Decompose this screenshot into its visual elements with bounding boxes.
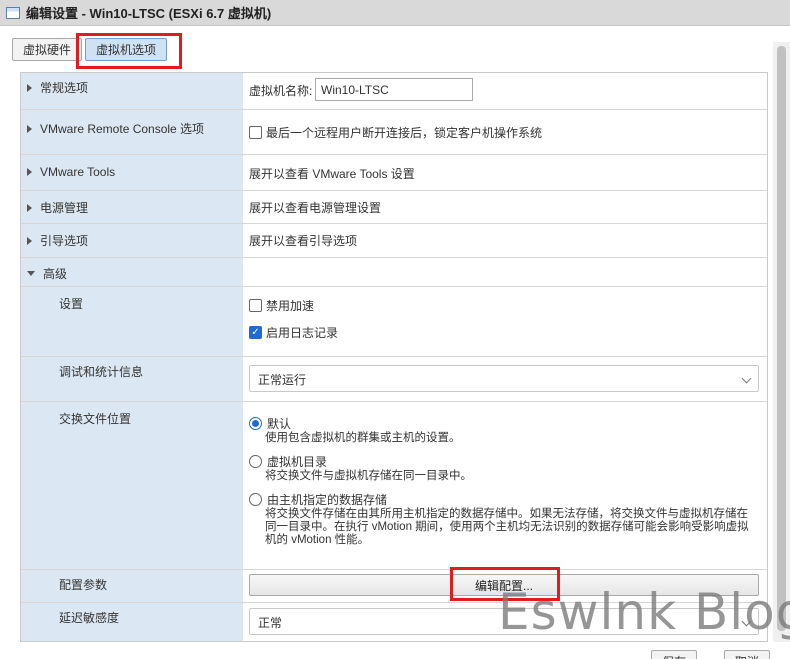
swap-option-host-datastore-desc: 将交换文件存储在由其所用主机指定的数据存储中。如果无法存储，将交换文件与虚拟机存…	[265, 508, 749, 546]
section-power[interactable]: 电源管理	[27, 199, 88, 216]
dialog-footer: 保存 取消	[0, 650, 790, 659]
swap-option-vm-dir-desc: 将交换文件与虚拟机存储在同一目录中。	[265, 470, 472, 482]
checkmark-icon: ✓	[249, 326, 262, 339]
boot-summary: 展开以查看引导选项	[249, 234, 358, 248]
caret-down-icon	[27, 271, 35, 276]
row-boot: 引导选项 展开以查看引导选项	[21, 224, 767, 258]
latency-label: 延迟敏感度	[59, 611, 120, 625]
debug-label: 调试和统计信息	[59, 365, 144, 379]
radio-selected-icon	[249, 417, 262, 430]
config-params-label: 配置参数	[59, 578, 108, 592]
row-swap: 交换文件位置 默认 使用包含虚拟机的群集或主机的设置。 虚拟机目录 将交换文件与…	[21, 402, 767, 570]
row-advanced: 高级	[21, 258, 767, 287]
blog-watermark: Eswlnk Blog	[498, 583, 790, 641]
save-button[interactable]: 保存	[651, 650, 698, 659]
vm-name-input[interactable]	[315, 78, 473, 101]
enable-logging-checkbox[interactable]: ✓ 启用日志记录	[249, 324, 338, 341]
scrollbar-thumb[interactable]	[777, 46, 786, 631]
checkbox-unchecked-icon	[249, 126, 262, 139]
section-advanced[interactable]: 高级	[27, 265, 67, 282]
settings-panel: 常规选项 虚拟机名称: VMware Remote Console 选项 最后一…	[20, 72, 768, 642]
tab-virtual-hardware[interactable]: 虚拟硬件	[12, 38, 83, 61]
row-tools: VMware Tools 展开以查看 VMware Tools 设置	[21, 155, 767, 191]
caret-right-icon	[27, 236, 32, 245]
swap-option-default[interactable]: 默认 使用包含虚拟机的群集或主机的设置。	[249, 415, 759, 445]
lock-guest-checkbox[interactable]: 最后一个远程用户断开连接后，锁定客户机操作系统	[249, 124, 542, 141]
caret-right-icon	[27, 83, 32, 92]
disable-accel-checkbox[interactable]: 禁用加速	[249, 297, 314, 314]
checkbox-unchecked-icon	[249, 299, 262, 312]
vm-name-label: 虚拟机名称:	[249, 84, 313, 98]
row-power: 电源管理 展开以查看电源管理设置	[21, 191, 767, 224]
section-boot[interactable]: 引导选项	[27, 232, 88, 249]
row-general: 常规选项 虚拟机名称:	[21, 73, 767, 110]
caret-right-icon	[27, 203, 32, 212]
vertical-scrollbar[interactable]	[773, 42, 790, 642]
swap-option-default-desc: 使用包含虚拟机的群集或主机的设置。	[265, 432, 461, 444]
caret-right-icon	[27, 168, 32, 176]
radio-unselected-icon	[249, 455, 262, 468]
caret-right-icon	[27, 124, 32, 133]
section-vmware-tools[interactable]: VMware Tools	[27, 165, 115, 179]
power-summary: 展开以查看电源管理设置	[249, 201, 382, 215]
tools-summary: 展开以查看 VMware Tools 设置	[249, 167, 415, 181]
swap-label: 交换文件位置	[59, 412, 132, 426]
settings-label: 设置	[59, 297, 84, 311]
chevron-down-icon	[741, 373, 752, 384]
vm-window-icon	[6, 6, 20, 19]
cancel-button[interactable]: 取消	[724, 650, 771, 659]
swap-option-vm-dir[interactable]: 虚拟机目录 将交换文件与虚拟机存储在同一目录中。	[249, 453, 759, 483]
row-settings: 设置 禁用加速 ✓ 启用日志记录	[21, 287, 767, 357]
swap-option-host-datastore[interactable]: 由主机指定的数据存储 将交换文件存储在由其所用主机指定的数据存储中。如果无法存储…	[249, 491, 759, 547]
section-general[interactable]: 常规选项	[27, 79, 88, 96]
row-vmrc: VMware Remote Console 选项 最后一个远程用户断开连接后，锁…	[21, 110, 767, 155]
row-debug: 调试和统计信息 正常运行	[21, 357, 767, 402]
debug-stats-select[interactable]: 正常运行	[249, 365, 759, 392]
highlight-box-tab	[76, 33, 182, 69]
window-title: 编辑设置 - Win10-LTSC (ESXi 6.7 虚拟机)	[26, 6, 272, 21]
title-bar: 编辑设置 - Win10-LTSC (ESXi 6.7 虚拟机)	[0, 0, 790, 26]
section-vmrc[interactable]: VMware Remote Console 选项	[27, 120, 204, 137]
radio-unselected-icon	[249, 493, 262, 506]
